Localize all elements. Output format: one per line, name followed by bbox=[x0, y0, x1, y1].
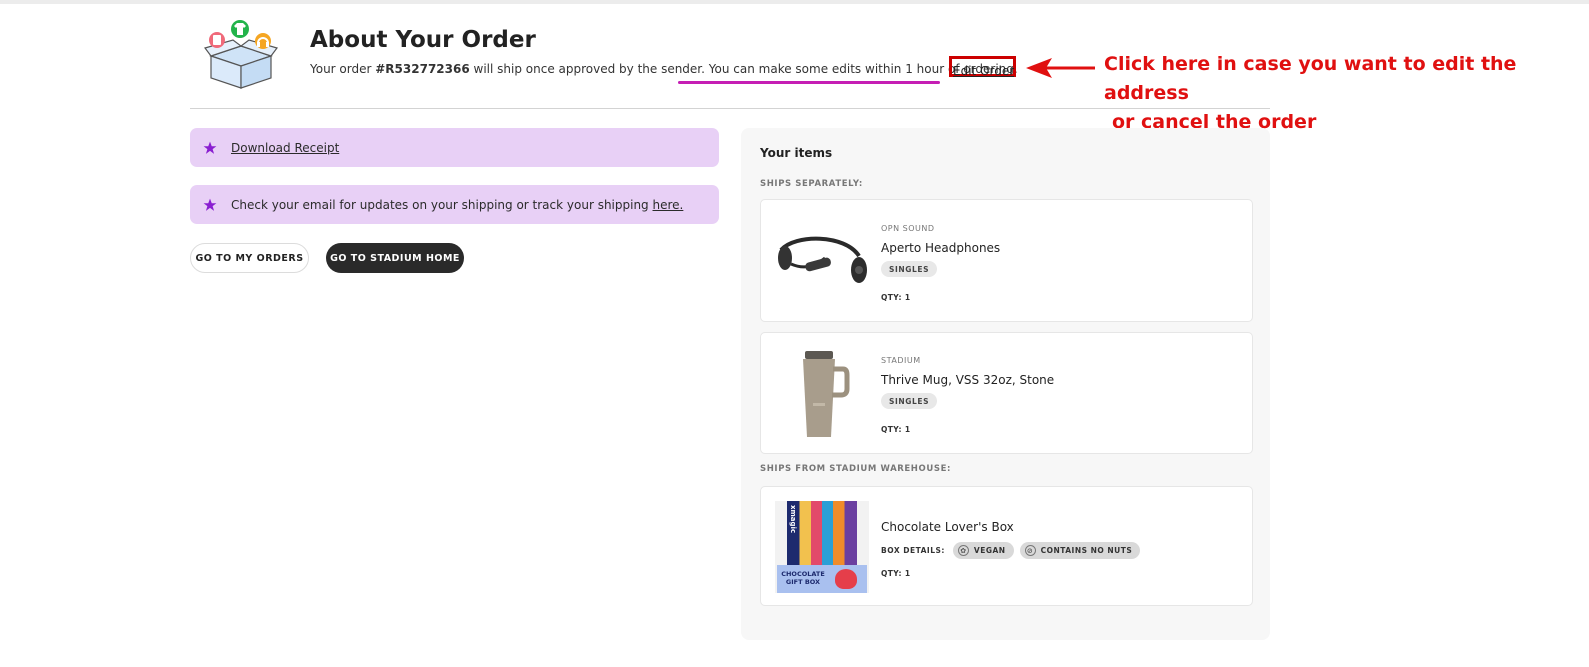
download-receipt-link[interactable]: Download Receipt bbox=[231, 141, 339, 155]
subtitle-mid: will ship once approved by the sender. bbox=[469, 62, 709, 76]
item-card-chocolate-box[interactable]: xmagic CHOCOLATE GIFT BOX Chocolate Love… bbox=[760, 486, 1253, 606]
order-status-text: Your order #R532772366 will ship once ap… bbox=[310, 62, 1018, 76]
item-brand: STADIUM bbox=[881, 356, 921, 365]
order-number: #R532772366 bbox=[375, 62, 470, 76]
annotation-callout: Click here in case you want to edit the … bbox=[1104, 50, 1584, 137]
headphones-image bbox=[778, 236, 867, 283]
annotation-line-1: Click here in case you want to edit the … bbox=[1104, 53, 1517, 104]
no-nuts-tag: ⊘ CONTAINS NO NUTS bbox=[1019, 542, 1141, 559]
highlight-underline bbox=[678, 81, 940, 84]
go-to-stadium-home-button[interactable]: GO TO STADIUM HOME bbox=[326, 243, 464, 273]
panel-title: Your items bbox=[760, 146, 833, 160]
item-qty: QTY: 1 bbox=[881, 569, 911, 578]
vegan-tag-label: VEGAN bbox=[973, 546, 1006, 555]
shipping-updates-text: Check your email for updates on your shi… bbox=[231, 197, 653, 212]
box-brand-text: xmagic bbox=[789, 505, 797, 534]
star-icon bbox=[203, 198, 217, 211]
heart-icon bbox=[835, 569, 857, 589]
no-nuts-tag-label: CONTAINS NO NUTS bbox=[1040, 546, 1133, 555]
item-qty: QTY: 1 bbox=[881, 425, 911, 434]
your-items-panel: Your items SHIPS SEPARATELY: OPN SOUND A… bbox=[741, 128, 1270, 640]
subtitle-prefix: Your order bbox=[310, 62, 376, 76]
item-qty: QTY: 1 bbox=[881, 293, 911, 302]
item-name: Aperto Headphones bbox=[881, 241, 1001, 255]
box-products bbox=[787, 501, 857, 565]
shipping-updates-notice: Check your email for updates on your shi… bbox=[190, 185, 719, 224]
ships-separately-label: SHIPS SEPARATELY: bbox=[760, 179, 863, 189]
chocolate-box-image: xmagic CHOCOLATE GIFT BOX bbox=[775, 501, 869, 593]
box-details: BOX DETAILS: ✿ VEGAN ⊘ CONTAINS NO NUTS bbox=[881, 542, 1141, 559]
go-to-my-orders-button[interactable]: GO TO MY ORDERS bbox=[190, 243, 309, 273]
leaf-icon: ✿ bbox=[957, 545, 969, 556]
ships-from-warehouse-label: SHIPS FROM STADIUM WAREHOUSE: bbox=[760, 464, 951, 474]
item-tag: SINGLES bbox=[881, 261, 938, 277]
item-card-mug[interactable]: STADIUM Thrive Mug, VSS 32oz, Stone SING… bbox=[760, 332, 1253, 454]
top-border bbox=[0, 0, 1589, 4]
item-name: Thrive Mug, VSS 32oz, Stone bbox=[881, 373, 1055, 387]
item-name: Chocolate Lover's Box bbox=[881, 520, 1014, 534]
vegan-tag: ✿ VEGAN bbox=[952, 542, 1014, 559]
download-receipt-notice: Download Receipt bbox=[190, 128, 719, 167]
mug-image bbox=[803, 351, 850, 437]
track-shipping-link[interactable]: here. bbox=[653, 198, 684, 212]
order-box-icon bbox=[203, 20, 279, 89]
item-brand: OPN SOUND bbox=[881, 224, 935, 233]
box-details-label: BOX DETAILS: bbox=[881, 546, 945, 555]
annotation-arrow-icon bbox=[1026, 58, 1095, 78]
header-divider bbox=[190, 108, 1270, 109]
page-title: About Your Order bbox=[310, 27, 536, 53]
box-caption: CHOCOLATE GIFT BOX bbox=[781, 570, 825, 586]
edit-order-link[interactable]: Edit Order bbox=[953, 64, 1014, 78]
item-card-headphones[interactable]: OPN SOUND Aperto Headphones SINGLES QTY:… bbox=[760, 199, 1253, 322]
item-tag: SINGLES bbox=[881, 393, 938, 409]
star-icon bbox=[203, 141, 217, 154]
no-nut-icon: ⊘ bbox=[1024, 545, 1036, 556]
